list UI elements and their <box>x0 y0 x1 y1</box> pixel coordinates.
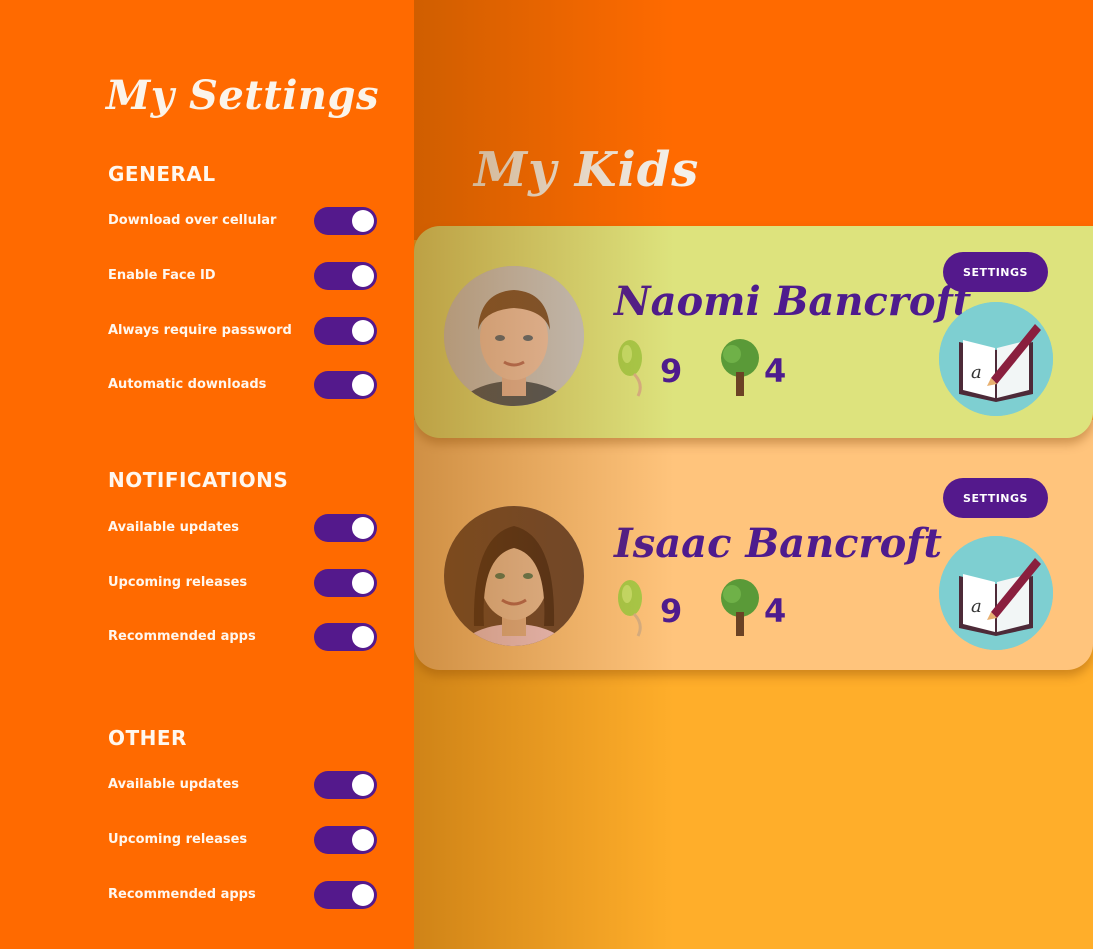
toggle-notif-available-updates[interactable] <box>314 514 377 542</box>
page-title: My Kids <box>474 142 700 198</box>
avatar <box>444 506 584 646</box>
toggle-automatic-downloads[interactable] <box>314 371 377 399</box>
toggle-knob <box>352 374 374 396</box>
setting-label: Recommended apps <box>108 887 256 902</box>
section-title-notifications: NOTIFICATIONS <box>108 468 289 492</box>
kid-settings-button[interactable]: SETTINGS <box>943 252 1048 292</box>
writing-book-icon[interactable]: a <box>939 302 1053 416</box>
kid-stats: 9 4 <box>614 338 834 398</box>
kid-card[interactable]: Isaac Bancroft 9 4 SETTINGS a <box>414 420 1093 670</box>
toggle-knob <box>352 320 374 342</box>
toggle-other-upcoming-releases[interactable] <box>314 826 377 854</box>
seed-icon <box>618 580 642 637</box>
tree-count: 4 <box>764 592 787 630</box>
toggle-knob <box>352 210 374 232</box>
toggle-knob <box>352 517 374 539</box>
toggle-enable-face-id[interactable] <box>314 262 377 290</box>
toggle-always-require-password[interactable] <box>314 317 377 345</box>
svg-text:a: a <box>971 596 982 617</box>
setting-label: Upcoming releases <box>108 575 248 590</box>
toggle-knob <box>352 829 374 851</box>
toggle-knob <box>352 774 374 796</box>
svg-text:a: a <box>971 362 982 383</box>
toggle-knob <box>352 265 374 287</box>
toggle-other-recommended-apps[interactable] <box>314 881 377 909</box>
kid-settings-button[interactable]: SETTINGS <box>943 478 1048 518</box>
seed-count: 9 <box>660 352 683 390</box>
writing-book-icon[interactable]: a <box>939 536 1053 650</box>
toggle-knob <box>352 572 374 594</box>
setting-label: Automatic downloads <box>108 377 267 392</box>
settings-sidebar: My Settings GENERAL Download over cellul… <box>0 0 414 949</box>
kid-name: Naomi Bancroft <box>614 278 972 325</box>
seed-count: 9 <box>660 592 683 630</box>
tree-icon <box>721 579 759 636</box>
toggle-knob <box>352 626 374 648</box>
setting-label: Always require password <box>108 323 292 338</box>
toggle-download-over-cellular[interactable] <box>314 207 377 235</box>
kid-stats: 9 4 <box>614 578 834 638</box>
setting-label: Enable Face ID <box>108 268 216 283</box>
section-title-other: OTHER <box>108 726 187 750</box>
setting-label: Download over cellular <box>108 213 277 228</box>
section-title-general: GENERAL <box>108 162 216 186</box>
setting-label: Recommended apps <box>108 629 256 644</box>
tree-icon <box>721 339 759 396</box>
toggle-knob <box>352 884 374 906</box>
avatar <box>444 266 584 406</box>
setting-label: Upcoming releases <box>108 832 248 847</box>
my-kids-header: My Kids <box>414 0 1093 240</box>
setting-label: Available updates <box>108 520 240 535</box>
toggle-notif-recommended-apps[interactable] <box>314 623 377 651</box>
sidebar-title: My Settings <box>106 72 379 119</box>
setting-label: Available updates <box>108 777 240 792</box>
seed-icon <box>618 340 642 397</box>
kid-name: Isaac Bancroft <box>614 520 942 567</box>
tree-count: 4 <box>764 352 787 390</box>
toggle-notif-upcoming-releases[interactable] <box>314 569 377 597</box>
kid-card[interactable]: Naomi Bancroft 9 4 SETTINGS a <box>414 226 1093 438</box>
toggle-other-available-updates[interactable] <box>314 771 377 799</box>
